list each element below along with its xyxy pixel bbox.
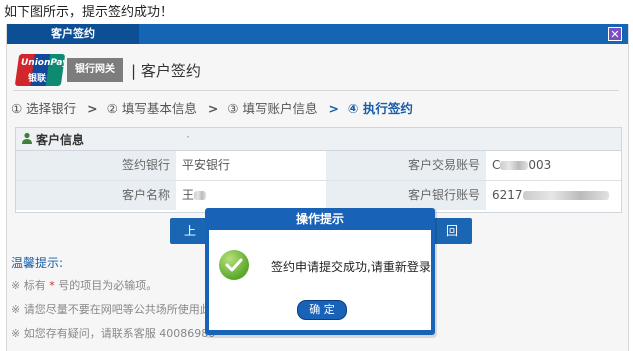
tip-line: ※ 请您尽量不要在网吧等公共场所使用此系 <box>11 303 222 316</box>
dialog-body: 签约申请提交成功,请重新登录 确 定 <box>209 230 431 330</box>
step-3: ③ 填写账户信息 <box>227 101 318 116</box>
step-arrow: > <box>87 101 98 116</box>
caption-text: 如下图所示，提示签约成功！ <box>4 5 174 20</box>
step-arrow: > <box>207 101 219 116</box>
value-trade-account: C 003 <box>486 151 621 180</box>
step-1: ① 选择银行 <box>11 101 77 116</box>
title-bar: 客户签约 ✕ <box>7 24 628 44</box>
step-4-active: ④ 执行签约 <box>347 101 413 116</box>
person-icon <box>21 132 33 147</box>
operation-dialog: 操作提示 签约申请提交成功,请重新登录 确 定 <box>205 208 435 335</box>
tip-line: ※ 如您存有疑问，请联系客服 40086980 <box>11 327 216 340</box>
value-bank-account: 6217 <box>486 181 621 210</box>
success-check-icon <box>219 250 249 280</box>
step-progress: ① 选择银行 > ② 填写基本信息 > ③ 填写账户信息 > ④ 执行签约 <box>11 98 415 117</box>
logo-text-yinlian: 银联 <box>27 74 46 84</box>
required-star: * <box>49 279 55 292</box>
logo-text-unionpay: UnionPay <box>20 58 66 68</box>
step-arrow: > <box>328 101 339 116</box>
customer-info-heading: 客户信息 <box>36 133 85 147</box>
step-2: ② 填写基本信息 <box>106 101 197 116</box>
value-customer-name-prefix: 王 <box>182 188 195 202</box>
customer-info-header: 客户信息 · <box>16 128 621 151</box>
close-icon[interactable]: ✕ <box>608 27 622 41</box>
dialog-message: 签约申请提交成功,请重新登录 <box>271 260 431 274</box>
redacted-block <box>194 191 207 200</box>
tips-heading: 温馨提示: <box>11 256 64 270</box>
tip-line-1a: ※ 标有 <box>11 279 46 292</box>
tip-line-1b: 号的项目为必输项。 <box>58 279 158 292</box>
dialog-title: 操作提示 <box>295 212 344 226</box>
customer-info-panel: 客户信息 · 签约银行 平安银行 客户交易账号 C 003 客户名称 王 客户银行… <box>15 127 622 213</box>
window-tab-title: 客户签约 <box>7 24 139 44</box>
label-bank-account: 客户银行账号 <box>326 181 486 210</box>
value-bank-account-prefix: 6217 <box>492 188 523 202</box>
header: UnionPay 银联 银行网关 | 客户签约 <box>13 52 619 91</box>
tips-section: 温馨提示: ※ 标有 * 号的项目为必输项。 ※ 请您尽量不要在网吧等公共场所使… <box>11 254 222 349</box>
previous-button[interactable]: 上 <box>170 218 210 244</box>
value-trade-account-suffix: 003 <box>528 158 552 172</box>
redacted-block <box>522 191 609 200</box>
label-sign-bank: 签约银行 <box>16 151 176 180</box>
tip-line: ※ 标有 * 号的项目为必输项。 <box>11 277 222 293</box>
confirm-button[interactable]: 确 定 <box>297 300 347 320</box>
gateway-label: 银行网关 <box>67 58 123 82</box>
label-customer-name: 客户名称 <box>16 181 176 210</box>
page-title: | 客户签约 <box>131 62 201 80</box>
info-row: 客户名称 王 客户银行账号 6217 <box>16 181 621 210</box>
redacted-block <box>500 161 529 170</box>
label-trade-account: 客户交易账号 <box>326 151 486 180</box>
return-button[interactable]: 回 <box>432 218 472 244</box>
header-dot: · <box>186 130 190 144</box>
unionpay-logo: UnionPay 银联 <box>14 54 66 86</box>
value-trade-account-prefix: C <box>492 158 501 172</box>
value-sign-bank: 平安银行 <box>182 158 231 172</box>
info-row: 签约银行 平安银行 客户交易账号 C 003 <box>16 151 621 181</box>
value-customer-name: 王 <box>176 181 326 210</box>
